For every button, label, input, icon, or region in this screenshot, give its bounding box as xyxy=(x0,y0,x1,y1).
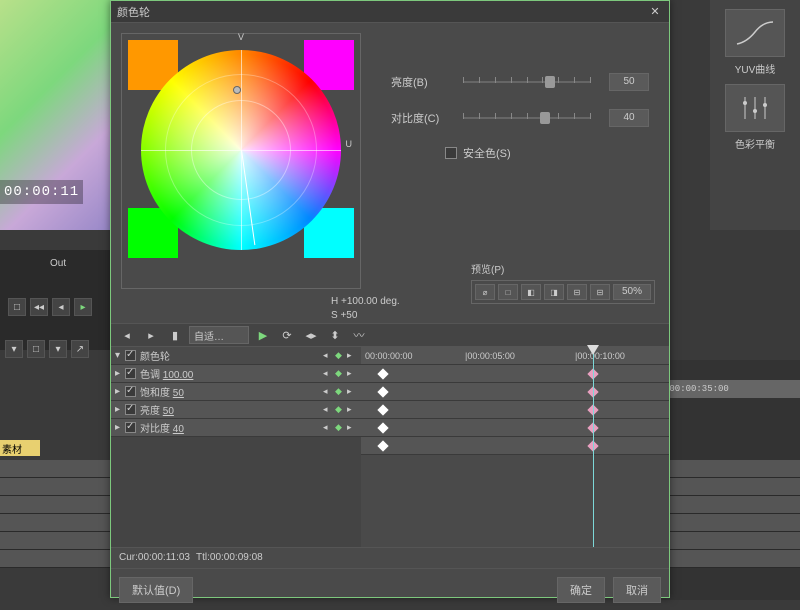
preview-percent[interactable]: 50% xyxy=(613,284,651,300)
color-wheel-dialog: 颜色轮 ✕ V U H +100.00 deg. S +50 xyxy=(110,0,670,598)
preview-mode-1[interactable]: □ xyxy=(498,284,518,300)
track-list: ▾ 颜色轮 ◂◆▸ ▸ 色调 100.00 ◂◆▸ ▸ 饱和度 50 ◂◆▸ ▸… xyxy=(111,347,361,547)
status-bar: Cur:00:00:11:03 Ttl:00:00:09:08 xyxy=(111,547,669,568)
track-row-contrast[interactable]: ▸ 对比度 40 ◂◆▸ xyxy=(111,419,361,437)
default-button[interactable]: 默认值(D) xyxy=(119,577,193,603)
kf-next-icon[interactable]: ▸ xyxy=(347,350,357,361)
brightness-slider[interactable] xyxy=(463,81,591,83)
kf-loop-icon[interactable]: ⟳ xyxy=(277,326,297,344)
safe-color-row: 安全色(S) xyxy=(445,145,649,161)
clip-label[interactable]: 素材 xyxy=(0,440,40,456)
balance-label: 色彩平衡 xyxy=(715,136,795,151)
wheel-handle[interactable] xyxy=(233,86,241,94)
tool-b[interactable]: □ xyxy=(27,340,45,358)
track-row-brightness[interactable]: ▸ 亮度 50 ◂◆▸ xyxy=(111,401,361,419)
keyframe-toolbar: ◂ ▸ ▮ 自适… ▶ ⟳ ◂▸ ⬍ 〰 xyxy=(111,323,669,347)
sliders-icon xyxy=(737,93,773,123)
track-checkbox[interactable] xyxy=(125,368,136,379)
keyframe-tracks: ▾ 颜色轮 ◂◆▸ ▸ 色调 100.00 ◂◆▸ ▸ 饱和度 50 ◂◆▸ ▸… xyxy=(111,347,669,547)
brightness-row: 亮度(B) 50 xyxy=(391,73,649,91)
out-label: Out xyxy=(50,258,66,269)
safe-color-label: 安全色(S) xyxy=(463,145,511,161)
tool-c[interactable]: ▾ xyxy=(49,340,67,358)
brightness-label: 亮度(B) xyxy=(391,74,445,90)
track-row-hue[interactable]: ▸ 色调 100.00 ◂◆▸ xyxy=(111,365,361,383)
safe-color-checkbox[interactable] xyxy=(445,147,457,159)
kf-play-button[interactable]: ▶ xyxy=(253,326,273,344)
contrast-value[interactable]: 40 xyxy=(609,109,649,127)
dialog-title: 颜色轮 xyxy=(117,4,647,20)
tool-a[interactable]: ▾ xyxy=(5,340,23,358)
color-balance-button[interactable] xyxy=(725,84,785,132)
kf-prev-icon[interactable]: ◂ xyxy=(323,350,333,361)
kf-graph-icon[interactable]: 〰 xyxy=(349,326,369,344)
ok-button[interactable]: 确定 xyxy=(557,577,605,603)
kf-add-icon[interactable]: ◆ xyxy=(335,350,345,361)
expand-icon[interactable]: ▾ xyxy=(115,350,125,361)
axis-v-label: V xyxy=(238,32,244,42)
track-checkbox[interactable] xyxy=(125,386,136,397)
rewind-button[interactable]: ◂◂ xyxy=(30,298,48,316)
contrast-label: 对比度(C) xyxy=(391,110,445,126)
kf-ruler[interactable]: 00:00:00:00 |00:00:05:00 |00:00:10:00 xyxy=(361,347,669,365)
preview-panel: 预览(P) ⌀ □ ◧ ◨ ⊟ ⊟ 50% xyxy=(471,261,655,304)
kf-menu-icon[interactable]: ▮ xyxy=(165,326,185,344)
dialog-buttons: 默认值(D) 确定 取消 xyxy=(111,568,669,610)
kf-tool-1[interactable]: ◂▸ xyxy=(301,326,321,344)
kf-prev-icon[interactable]: ◂ xyxy=(117,326,137,344)
effects-sidebar: YUV曲线 色彩平衡 xyxy=(710,0,800,230)
play-button[interactable]: ▸ xyxy=(74,298,92,316)
keyframe-icon[interactable] xyxy=(377,368,388,379)
preview-mode-3[interactable]: ◨ xyxy=(544,284,564,300)
brightness-value[interactable]: 50 xyxy=(609,73,649,91)
yuv-curve-button[interactable] xyxy=(725,9,785,57)
track-checkbox[interactable] xyxy=(125,422,136,433)
close-icon[interactable]: ✕ xyxy=(647,4,663,20)
preview-mode-5[interactable]: ⊟ xyxy=(590,284,610,300)
transport-buttons: □ ◂◂ ◂ ▸ xyxy=(8,298,92,316)
track-checkbox[interactable] xyxy=(125,404,136,415)
yuv-label: YUV曲线 xyxy=(715,61,795,76)
dialog-titlebar[interactable]: 颜色轮 ✕ xyxy=(111,1,669,23)
preview-link-icon[interactable]: ⌀ xyxy=(475,284,495,300)
track-row-colorwheel[interactable]: ▾ 颜色轮 ◂◆▸ xyxy=(111,347,361,365)
bg-timeline-ruler[interactable]: |00:00:35:00 xyxy=(660,380,800,398)
kf-tool-2[interactable]: ⬍ xyxy=(325,326,345,344)
preview-timecode: 00:00:11 xyxy=(0,180,83,204)
kf-next-icon[interactable]: ▸ xyxy=(141,326,161,344)
cancel-button[interactable]: 取消 xyxy=(613,577,661,603)
tool-d[interactable]: ↗ xyxy=(71,340,89,358)
track-checkbox[interactable] xyxy=(125,350,136,361)
prev-button[interactable]: ◂ xyxy=(52,298,70,316)
hs-readout: H +100.00 deg. S +50 xyxy=(331,295,421,309)
playhead[interactable] xyxy=(593,347,594,547)
preview-mode-2[interactable]: ◧ xyxy=(521,284,541,300)
track-row-saturation[interactable]: ▸ 饱和度 50 ◂◆▸ xyxy=(111,383,361,401)
preview-label: 预览(P) xyxy=(471,261,655,276)
contrast-slider[interactable] xyxy=(463,117,591,119)
fit-dropdown[interactable]: 自适… xyxy=(189,326,249,344)
color-wheel[interactable] xyxy=(141,50,341,250)
keyframe-area[interactable]: 00:00:00:00 |00:00:05:00 |00:00:10:00 xyxy=(361,347,669,547)
curve-icon xyxy=(735,18,775,48)
color-wheel-panel: V U H +100.00 deg. S +50 xyxy=(121,33,361,313)
toolbar-secondary: ▾ □ ▾ ↗ xyxy=(5,340,89,358)
axis-u-label: U xyxy=(346,139,353,149)
contrast-row: 对比度(C) 40 xyxy=(391,109,649,127)
stop-button[interactable]: □ xyxy=(8,298,26,316)
preview-mode-4[interactable]: ⊟ xyxy=(567,284,587,300)
